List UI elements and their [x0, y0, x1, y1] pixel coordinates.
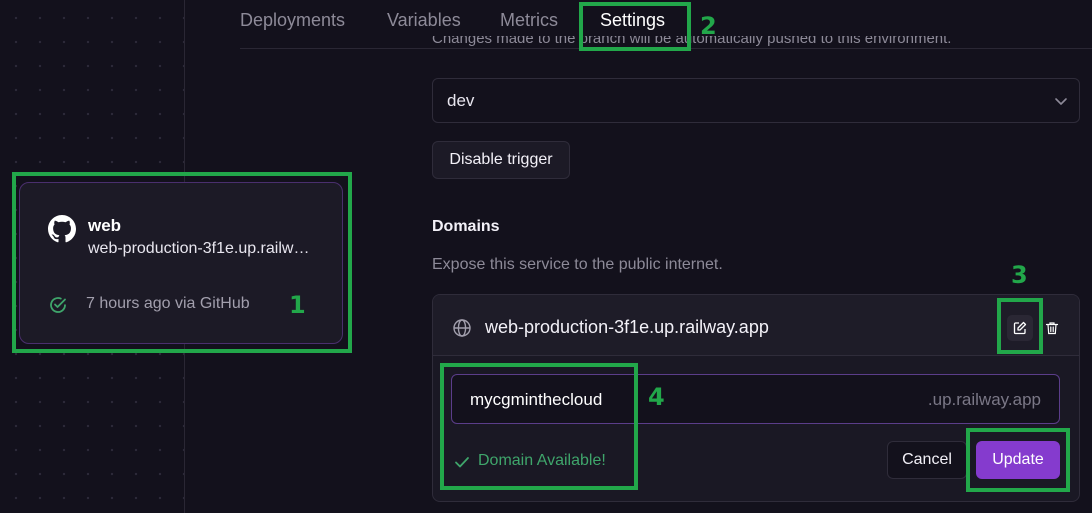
cancel-button[interactable]: Cancel — [887, 441, 967, 479]
annotation-number-2: 2 — [700, 12, 717, 40]
chevron-down-icon — [1055, 98, 1067, 105]
annotation-box-update — [966, 428, 1070, 492]
subdomain-suffix: .up.railway.app — [927, 390, 1041, 409]
annotation-number-3: 3 — [1011, 261, 1028, 289]
domain-url[interactable]: web-production-3f1e.up.railway.app — [485, 317, 769, 338]
globe-icon — [453, 319, 471, 337]
trigger-note: Changes made to the branch will be autom… — [432, 36, 952, 47]
annotation-box-4 — [440, 363, 638, 490]
domains-description: Expose this service to the public intern… — [432, 256, 723, 273]
annotation-box-2 — [579, 2, 691, 51]
branch-value: dev — [447, 91, 475, 110]
disable-trigger-button[interactable]: Disable trigger — [432, 141, 570, 179]
annotation-box-3 — [997, 298, 1043, 354]
domain-row: web-production-3f1e.up.railway.app — [433, 295, 1079, 356]
branch-select[interactable]: dev — [432, 78, 1080, 123]
annotation-box-1 — [12, 172, 352, 353]
tab-variables[interactable]: Variables — [387, 10, 461, 31]
annotation-number-4: 4 — [648, 383, 665, 411]
annotation-number-1: 1 — [289, 291, 306, 319]
trash-icon — [1045, 322, 1059, 335]
domains-heading: Domains — [432, 218, 500, 235]
tab-metrics[interactable]: Metrics — [500, 10, 558, 31]
tab-deployments[interactable]: Deployments — [240, 10, 345, 31]
